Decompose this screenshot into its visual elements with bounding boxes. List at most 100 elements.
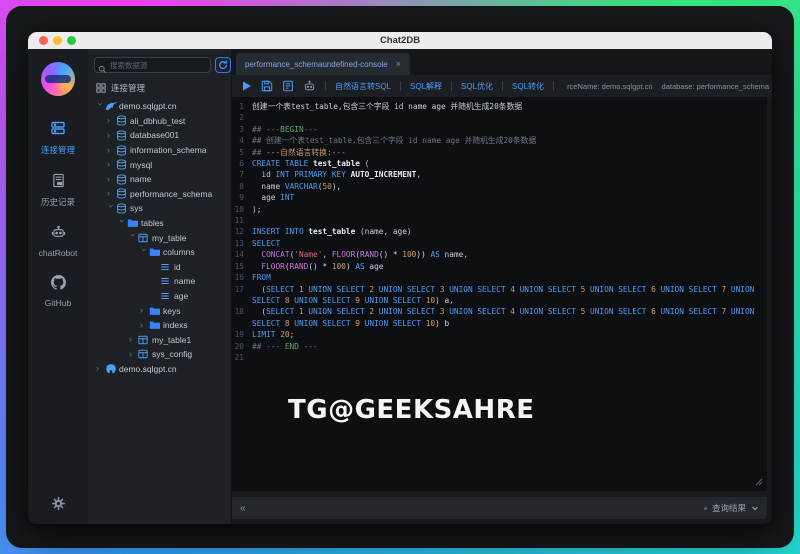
server-icon xyxy=(50,120,66,141)
chevron-icon[interactable]: › xyxy=(107,116,116,125)
tree-item-columns[interactable]: ›columns xyxy=(94,245,225,260)
chevron-icon[interactable]: › xyxy=(107,204,116,213)
tree-item-ali_dbhub_test[interactable]: ›ali_dbhub_test xyxy=(94,114,225,129)
close-tab-icon[interactable]: × xyxy=(396,59,401,69)
line-number: 16 xyxy=(232,272,252,283)
tree-item-indexs[interactable]: ›indexs xyxy=(94,318,225,333)
tree-item-id[interactable]: id xyxy=(94,260,225,275)
chevron-icon[interactable]: › xyxy=(107,160,116,169)
line-number: 1 xyxy=(232,101,252,112)
tree-item-sys_config[interactable]: ›sys_config xyxy=(94,347,225,362)
code-text: CREATE TABLE test_table ( xyxy=(252,158,767,169)
run-button[interactable] xyxy=(242,81,252,91)
code-text: ## --- END --- xyxy=(252,341,767,352)
code-text: age INT xyxy=(252,192,767,203)
tree-item-my_table1[interactable]: ›my_table1 xyxy=(94,333,225,348)
folder-icon xyxy=(127,218,141,228)
folder-icon xyxy=(149,306,163,316)
code-line: 9 age INT xyxy=(232,192,767,203)
tree-item-database001[interactable]: ›database001 xyxy=(94,128,225,143)
line-number: 8 xyxy=(232,181,252,192)
robot-icon xyxy=(51,225,66,245)
app-logo-avatar[interactable] xyxy=(41,62,75,96)
tree-item-label: performance_schema xyxy=(130,189,212,199)
tree-item-demo.sqlgpt.cn[interactable]: ›demo.sqlgpt.cn xyxy=(94,362,225,377)
sidebar-item-label: 历史记录 xyxy=(41,196,75,208)
tree-item-label: name xyxy=(130,174,151,184)
tree-item-performance_schema[interactable]: › performance_schema xyxy=(94,187,225,202)
line-number: 17 xyxy=(232,284,252,307)
tree-item-information_schema[interactable]: ›information_schema xyxy=(94,143,225,158)
folder-icon xyxy=(149,320,163,330)
column-icon xyxy=(160,276,174,286)
chevron-icon[interactable]: › xyxy=(107,131,116,140)
sidebar-item-label: 连接管理 xyxy=(41,144,75,156)
chevron-icon[interactable]: › xyxy=(129,234,138,243)
chevron-icon[interactable]: › xyxy=(140,248,149,257)
editor-resize-grip[interactable] xyxy=(755,478,763,488)
sidebar-nav: 连接管理历史记录 chatRobot GitHub xyxy=(39,120,78,325)
line-number: 6 xyxy=(232,158,252,169)
code-line: 18 (SELECT 1 UNION SELECT 2 UNION SELECT… xyxy=(232,306,767,329)
code-line: 11 xyxy=(232,215,767,226)
code-text: (SELECT 1 UNION SELECT 2 UNION SELECT 3 … xyxy=(252,284,767,307)
code-text: ## 创建一个表test_table,包含三个字段 id name age 并随… xyxy=(252,135,767,146)
sidebar-item-历史记录[interactable]: 历史记录 xyxy=(39,173,78,208)
chevron-icon[interactable]: › xyxy=(107,175,116,184)
line-number: 7 xyxy=(232,169,252,180)
chevron-icon[interactable]: › xyxy=(96,364,105,373)
chevron-icon[interactable]: › xyxy=(140,321,149,330)
search-input[interactable] xyxy=(94,57,211,73)
code-text: INSERT INTO test_table (name, age) xyxy=(252,226,767,237)
tree-item-keys[interactable]: ›keys xyxy=(94,303,225,318)
tree-item-sys[interactable]: ›sys xyxy=(94,201,225,216)
tree-item-my_table[interactable]: › my_table xyxy=(94,230,225,245)
connection-tree: ›demo.sqlgpt.cn›ali_dbhub_test›database0… xyxy=(94,99,225,524)
sidebar-item-GitHub[interactable]: GitHub xyxy=(39,275,78,308)
tree-item-name[interactable]: › name xyxy=(94,172,225,187)
ai-action-SQL优化[interactable]: SQL优化 xyxy=(461,81,493,92)
line-number: 11 xyxy=(232,215,252,226)
tree-item-mysql[interactable]: ›mysql xyxy=(94,157,225,172)
chevron-icon[interactable]: › xyxy=(107,189,116,198)
save-button[interactable] xyxy=(261,80,273,92)
tree-item-label: my_table xyxy=(152,233,187,243)
toolbar-separator xyxy=(553,81,554,91)
chevron-icon[interactable]: › xyxy=(129,335,138,344)
table-icon xyxy=(138,335,152,345)
refresh-button[interactable] xyxy=(215,57,231,73)
collapse-panel-button[interactable]: « xyxy=(240,503,246,514)
chevron-icon[interactable]: › xyxy=(129,350,138,359)
sidebar-item-chatRobot[interactable]: chatRobot xyxy=(39,225,78,258)
tree-item-label: tables xyxy=(141,218,164,228)
code-line: 2 xyxy=(232,112,767,123)
code-text: LIMIT 20; xyxy=(252,329,767,340)
tree-item-age[interactable]: age xyxy=(94,289,225,304)
chevron-icon[interactable]: › xyxy=(96,102,105,111)
chevron-icon[interactable]: › xyxy=(118,219,127,228)
table-icon xyxy=(138,233,152,243)
tree-item-name[interactable]: name xyxy=(94,274,225,289)
sql-editor[interactable]: 1创建一个表test_table,包含三个字段 id name age 并随机生… xyxy=(232,97,767,491)
ai-action-自然语言转SQL[interactable]: 自然语言转SQL xyxy=(335,81,391,92)
chevron-icon[interactable]: › xyxy=(107,146,116,155)
column-icon xyxy=(160,262,174,272)
avatar-glasses xyxy=(45,75,71,83)
tab-console[interactable]: performance_schemaundefined-console × xyxy=(236,53,410,75)
tree-item-demo.sqlgpt.cn[interactable]: ›demo.sqlgpt.cn xyxy=(94,99,225,114)
line-number: 13 xyxy=(232,238,252,249)
code-text xyxy=(252,215,767,226)
code-text: 创建一个表test_table,包含三个字段 id name age 并随机生成… xyxy=(252,101,767,112)
gear-icon[interactable] xyxy=(52,497,65,510)
chevron-icon[interactable]: › xyxy=(140,306,149,315)
query-results-toggle[interactable]: 查询结果 xyxy=(704,502,759,514)
tree-item-tables[interactable]: › tables xyxy=(94,216,225,231)
robot-icon[interactable] xyxy=(303,80,316,93)
sidebar-item-连接管理[interactable]: 连接管理 xyxy=(39,120,78,156)
format-button[interactable] xyxy=(282,80,294,92)
ai-action-SQL解释[interactable]: SQL解释 xyxy=(410,81,442,92)
sidebar-item-label: GitHub xyxy=(45,298,71,308)
code-text: id INT PRIMARY KEY AUTO_INCREMENT, xyxy=(252,169,767,180)
ai-action-SQL转化[interactable]: SQL转化 xyxy=(512,81,544,92)
code-text xyxy=(252,112,767,123)
